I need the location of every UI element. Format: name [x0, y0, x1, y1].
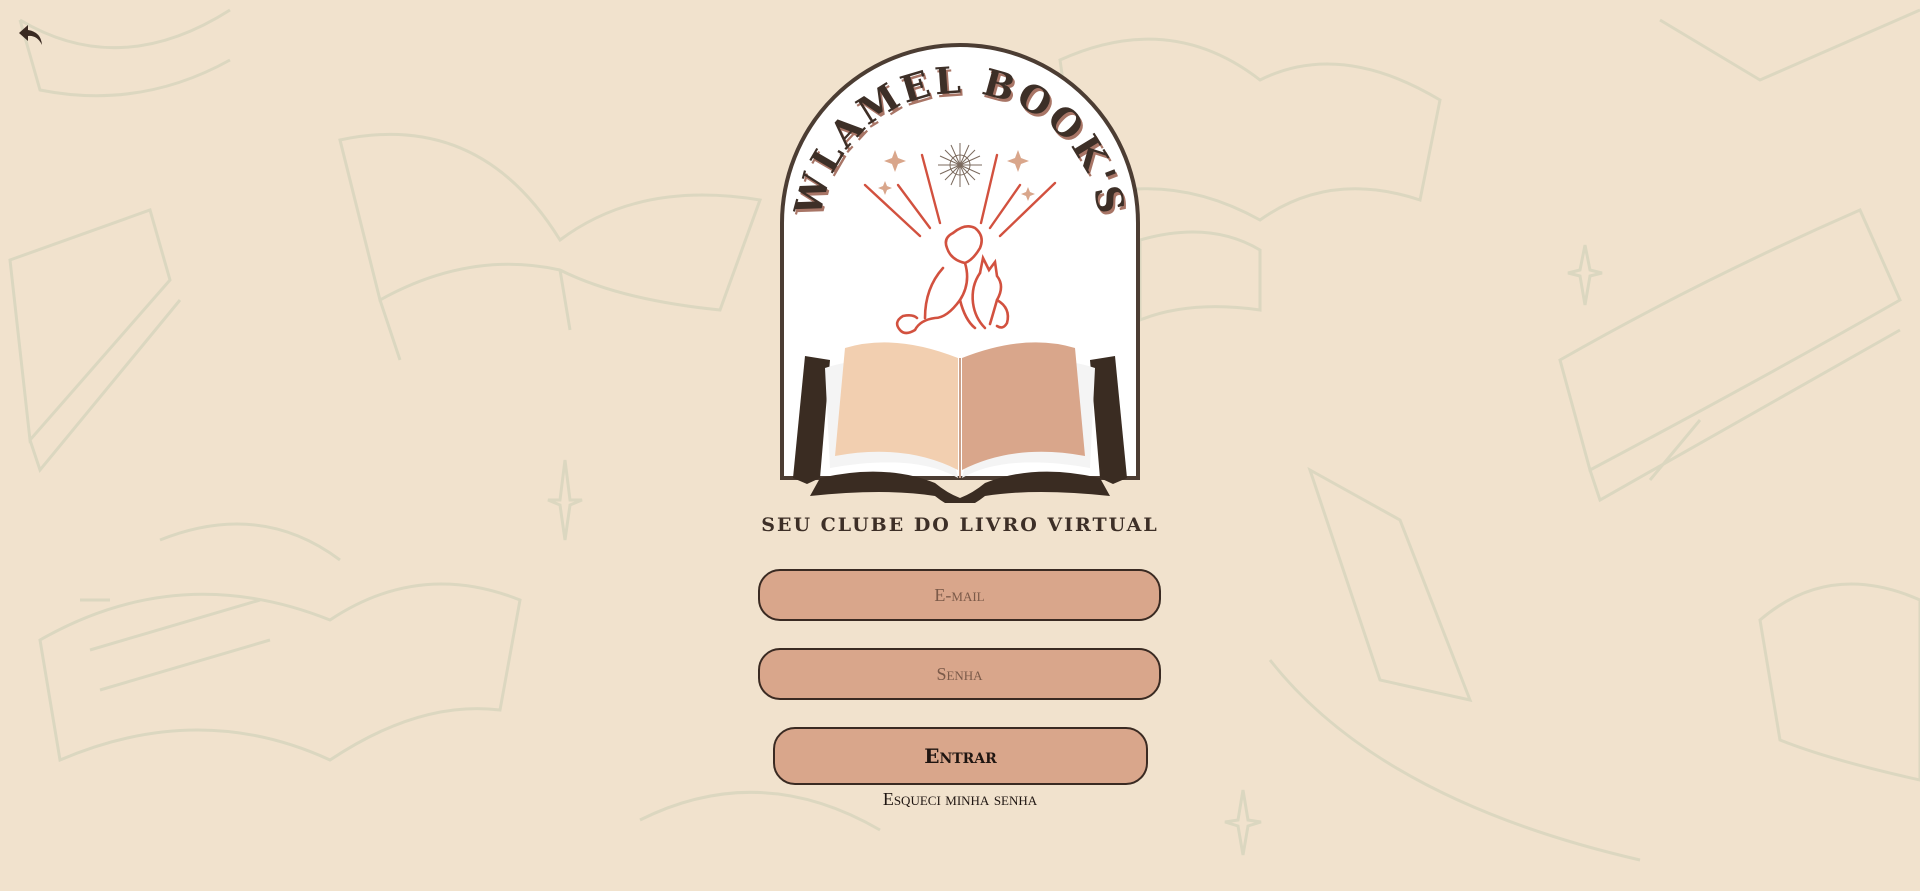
email-input[interactable] — [758, 569, 1161, 621]
tagline: SEU CLUBE DO LIVRO VIRTUAL — [761, 514, 1159, 536]
back-arrow-icon — [19, 25, 42, 45]
forgot-password-link[interactable]: Esqueci minha senha — [760, 789, 1160, 810]
back-button[interactable] — [14, 18, 48, 52]
login-button[interactable]: Entrar — [773, 727, 1148, 785]
password-input[interactable] — [758, 648, 1161, 700]
brand-logo: WLAMEL BOOK'S WLAMEL BOOK'S — [780, 43, 1140, 503]
